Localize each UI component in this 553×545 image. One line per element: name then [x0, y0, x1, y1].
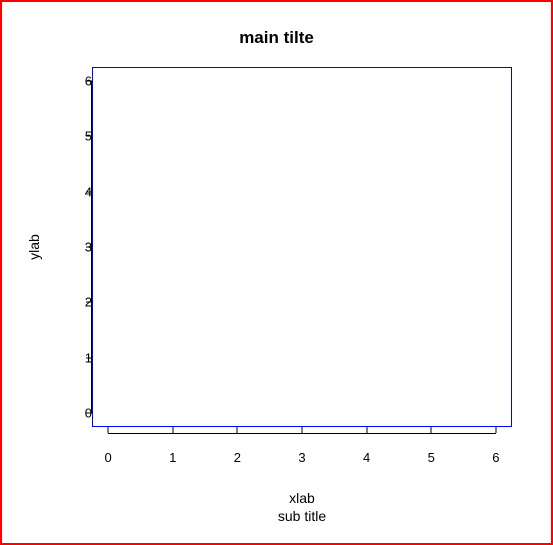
y-axis-label-text: ylab: [26, 234, 42, 260]
x-tick-label: 3: [298, 450, 305, 465]
x-tick-label: 2: [234, 450, 241, 465]
x-axis-line: [108, 433, 496, 434]
chart-frame: main tilte ylab xlab sub title 012345601…: [0, 0, 553, 545]
y-axis-label: ylab: [26, 67, 41, 427]
x-tick-label: 0: [105, 450, 112, 465]
x-axis-label: xlab: [92, 490, 512, 506]
plot-region: [92, 67, 512, 427]
x-tick-label: 1: [169, 450, 176, 465]
x-tick-label: 6: [492, 450, 499, 465]
y-axis-line: [91, 81, 92, 413]
x-tick-label: 4: [363, 450, 370, 465]
chart-subtitle: sub title: [92, 508, 512, 524]
chart-title: main tilte: [2, 28, 551, 48]
x-tick-label: 5: [428, 450, 435, 465]
